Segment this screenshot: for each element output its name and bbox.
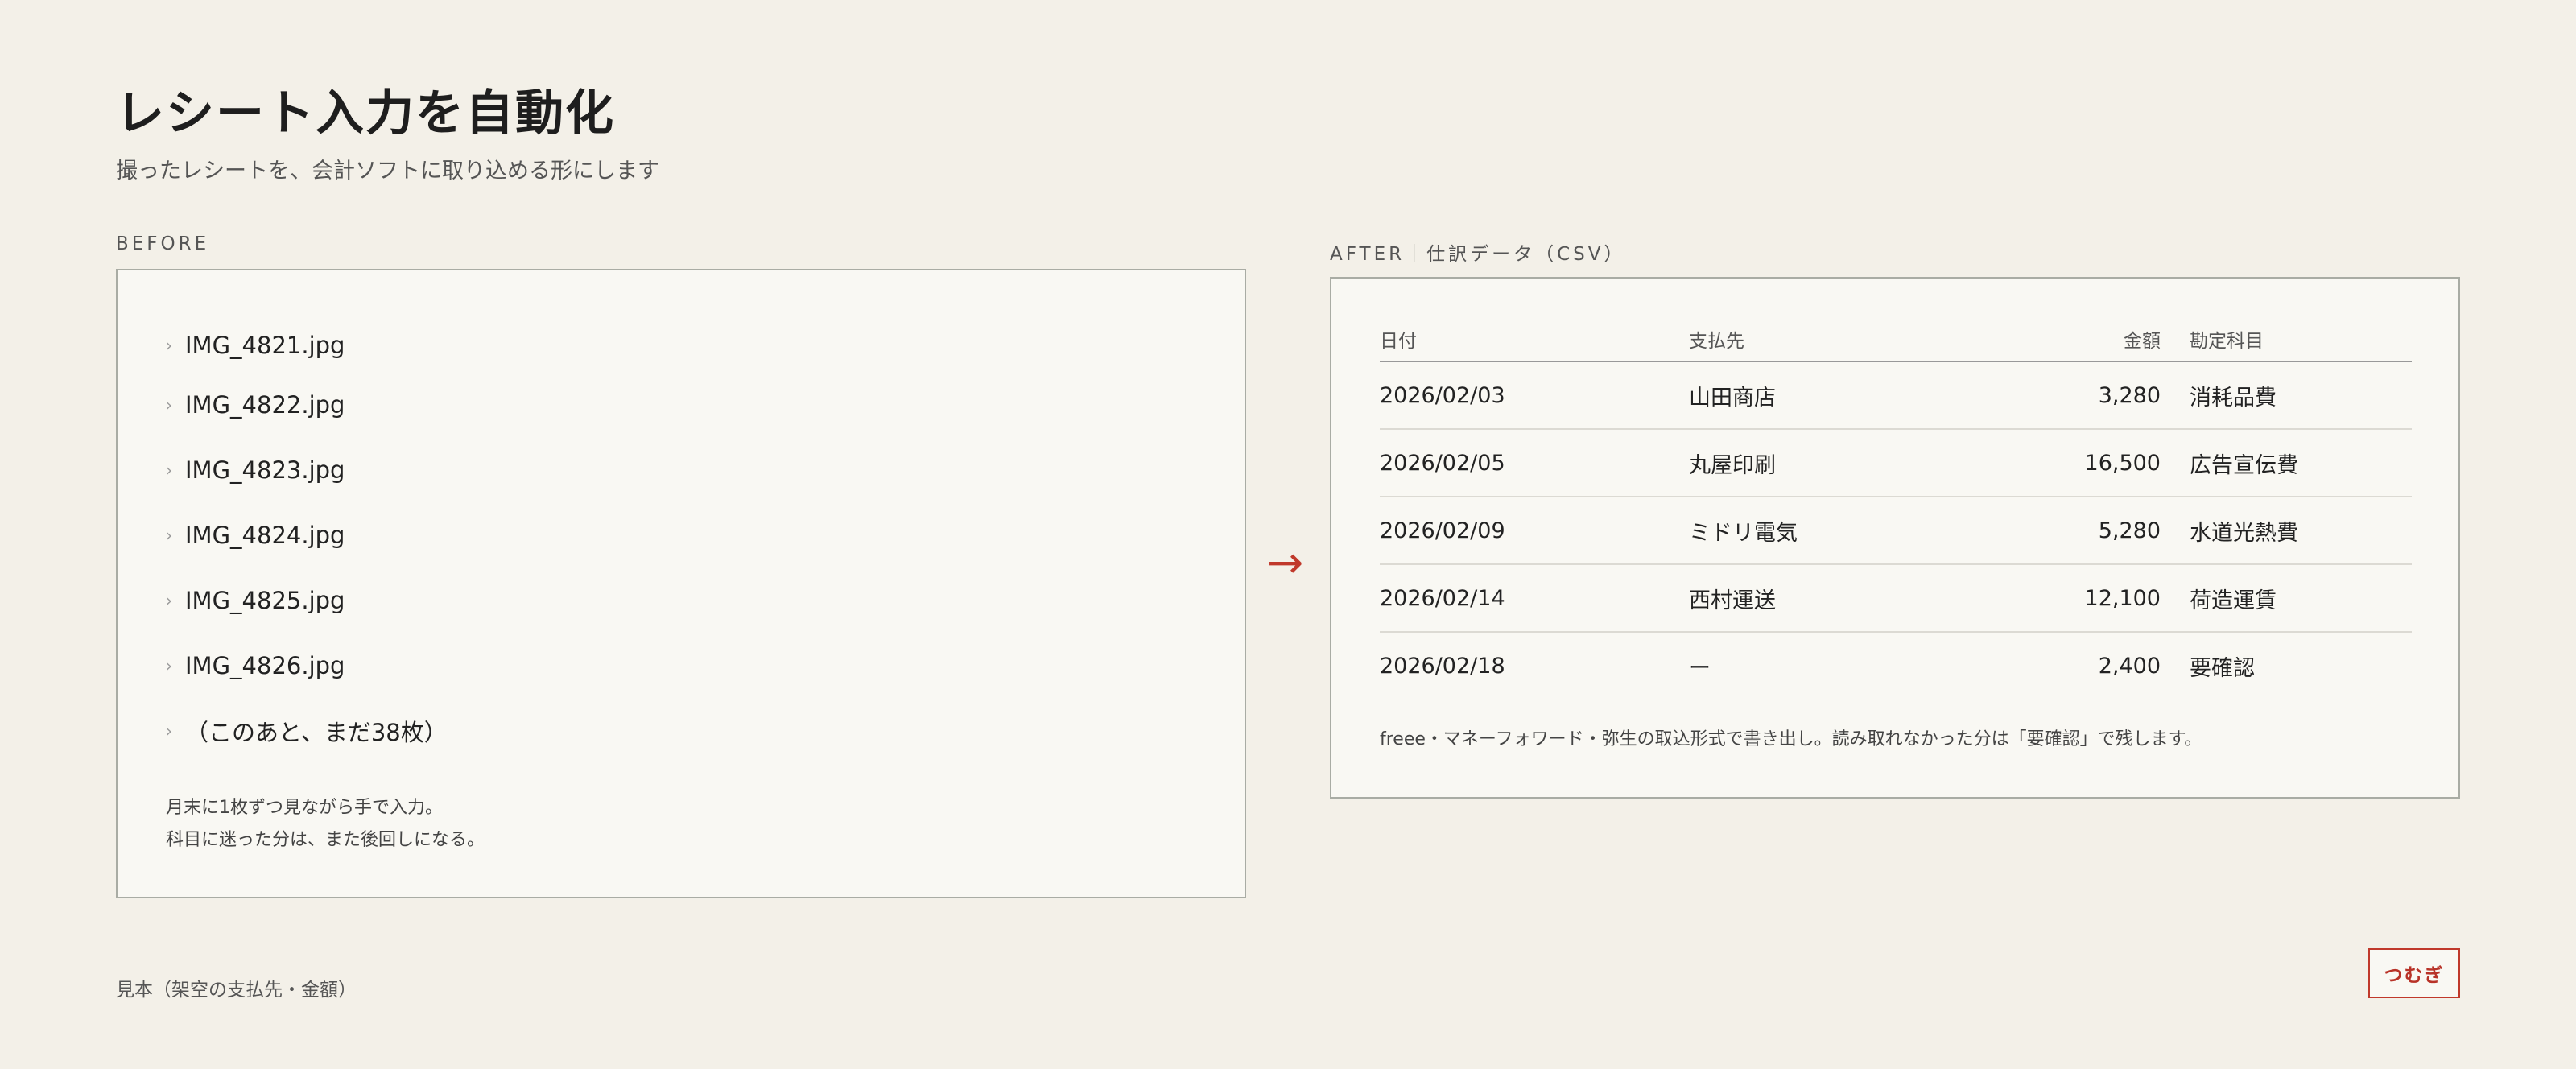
file-name: IMG_4822.jpg — [185, 390, 345, 419]
before-panel: › IMG_4821.jpg › IMG_4822.jpg › IMG_4823… — [116, 269, 1246, 898]
column-header-account: 勘定科目 — [2161, 317, 2412, 362]
column-header-amount: 金額 — [2066, 317, 2161, 362]
after-note: freee・マネーフォワード・弥生の取込形式で書き出し。読み取れなかった分は「要… — [1380, 729, 2202, 749]
file-item-remaining: › （このあと、まだ38枚） — [166, 698, 448, 763]
cell-date: 2026/02/18 — [1380, 653, 1505, 679]
after-panel: 日付 支払先 金額 勘定科目 2026/02/03 山田商店 3,280 消耗品… — [1330, 277, 2460, 799]
chevron-right-icon: › — [166, 336, 172, 355]
cell-account: 荷造運賃 — [2161, 564, 2412, 633]
file-name: IMG_4824.jpg — [185, 521, 345, 549]
csv-table: 日付 支払先 金額 勘定科目 2026/02/03 山田商店 3,280 消耗品… — [1380, 317, 2412, 699]
file-name: IMG_4826.jpg — [185, 651, 345, 679]
table-row: 2026/02/03 山田商店 3,280 消耗品費 — [1380, 361, 2412, 430]
chevron-right-icon: › — [166, 590, 172, 610]
file-item: › IMG_4825.jpg — [166, 568, 448, 633]
before-label: BEFORE — [116, 233, 210, 254]
chevron-right-icon: › — [166, 525, 172, 545]
cell-account: 消耗品費 — [2161, 361, 2412, 430]
cell-account: 広告宣伝費 — [2161, 429, 2412, 497]
cell-account: 要確認 — [2190, 655, 2255, 681]
chevron-right-icon: › — [166, 720, 172, 741]
cell-account: 水道光熱費 — [2161, 497, 2412, 565]
table-row: 2026/02/05 丸屋印刷 16,500 広告宣伝費 — [1380, 429, 2412, 497]
page-subtitle: 撮ったレシートを、会計ソフトに取り込める形にします — [116, 159, 659, 184]
column-header-payee: 支払先 — [1689, 317, 2066, 362]
chevron-right-icon: › — [166, 655, 172, 675]
file-item: › IMG_4822.jpg — [166, 372, 448, 437]
table-row: 2026/02/09 ミドリ電気 5,280 水道光熱費 — [1380, 497, 2412, 565]
cell-amount: 12,100 — [2066, 564, 2161, 633]
cell-amount: 5,280 — [2066, 497, 2161, 565]
page-title: レシート入力を自動化 — [116, 85, 615, 142]
table-row: 2026/02/18 ー 2,400 要確認 — [1380, 632, 2412, 699]
chevron-right-icon: › — [166, 460, 172, 480]
cell-payee: 丸屋印刷 — [1689, 429, 2066, 497]
sample-disclaimer: 見本（架空の支払先・金額） — [116, 980, 357, 1001]
file-item: › IMG_4821.jpg — [166, 319, 448, 372]
cell-date: 2026/02/05 — [1380, 429, 1689, 497]
cell-amount: 3,280 — [2066, 361, 2161, 430]
cell-amount: 16,500 — [2066, 429, 2161, 497]
arrow-right-icon: → — [1267, 537, 1304, 588]
file-item: › IMG_4826.jpg — [166, 633, 448, 698]
cell-date: 2026/02/14 — [1380, 564, 1689, 633]
cell-payee: ー — [1689, 655, 1711, 681]
cell-date: 2026/02/03 — [1380, 361, 1689, 430]
chevron-right-icon: › — [166, 394, 172, 415]
file-name: （このあと、まだ38枚） — [185, 718, 448, 746]
before-note-line: 月末に1枚ずつ見ながら手で入力。 — [166, 798, 443, 818]
file-name: IMG_4825.jpg — [185, 586, 345, 614]
table-header-row: 日付 支払先 金額 勘定科目 — [1380, 317, 2412, 362]
cell-payee: 西村運送 — [1689, 564, 2066, 633]
file-item: › IMG_4824.jpg — [166, 502, 448, 568]
after-label: AFTER｜仕訳データ（CSV） — [1330, 244, 1626, 265]
file-name: IMG_4823.jpg — [185, 456, 345, 484]
file-name: IMG_4821.jpg — [185, 332, 345, 359]
brand-logo[interactable]: つむぎ — [2368, 948, 2460, 998]
column-header-date: 日付 — [1380, 317, 1689, 362]
file-item: › IMG_4823.jpg — [166, 437, 448, 502]
cell-payee: 山田商店 — [1689, 361, 2066, 430]
cell-payee: ミドリ電気 — [1689, 497, 2066, 565]
before-note: 月末に1枚ずつ見ながら手で入力。 科目に迷った分は、また後回しになる。 — [166, 792, 485, 856]
file-list: › IMG_4821.jpg › IMG_4822.jpg › IMG_4823… — [166, 319, 448, 763]
before-note-line: 科目に迷った分は、また後回しになる。 — [166, 830, 485, 850]
cell-date: 2026/02/09 — [1380, 497, 1689, 565]
table-row: 2026/02/14 西村運送 12,100 荷造運賃 — [1380, 564, 2412, 633]
cell-amount: 2,400 — [2098, 653, 2161, 679]
